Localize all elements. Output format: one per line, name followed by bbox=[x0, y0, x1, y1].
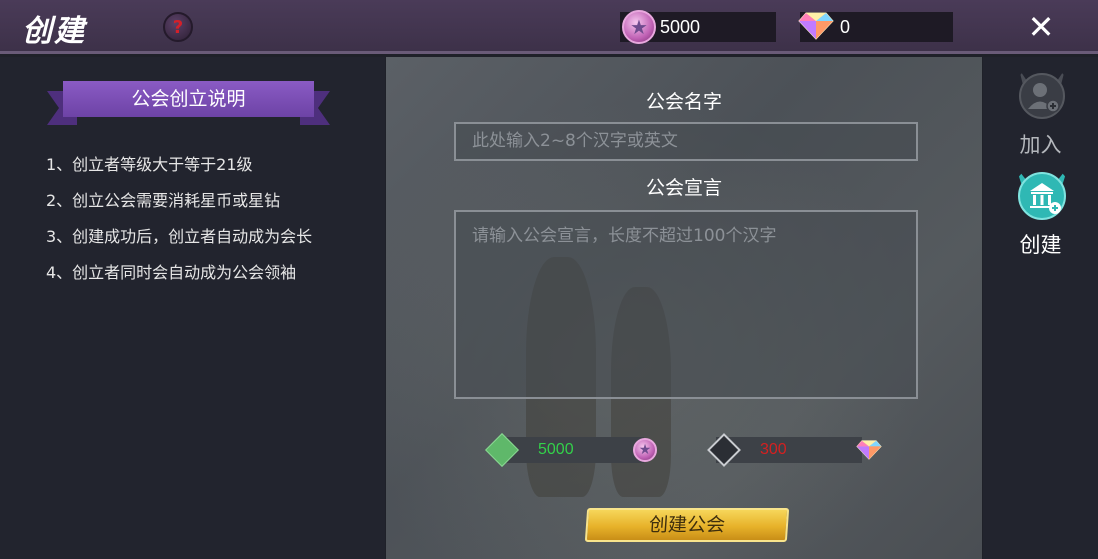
rule-item: 2、创立公会需要消耗星币或星钻 bbox=[46, 191, 281, 210]
create-guild-button[interactable]: 创建公会 bbox=[584, 508, 790, 542]
guild-declaration-label: 公会宣言 bbox=[645, 177, 722, 199]
person-add-icon bbox=[1019, 69, 1065, 119]
guild-name-input[interactable]: 此处输入2~8个汉字或英文 bbox=[454, 122, 918, 161]
rules-ribbon: 公会创立说明 bbox=[47, 81, 330, 127]
guild-name-label: 公会名字 bbox=[645, 91, 722, 113]
star-currency-value: 5000 bbox=[660, 17, 701, 37]
rule-item: 3、创建成功后，创立者自动成为会长 bbox=[46, 227, 313, 246]
tab-join-label: 加入 bbox=[1019, 133, 1062, 157]
tab-create-label: 创建 bbox=[1019, 233, 1062, 257]
rule-item: 4、创立者同时会自动成为公会领袖 bbox=[46, 263, 297, 282]
gem-currency-value: 0 bbox=[840, 17, 851, 37]
diamond-icon bbox=[798, 12, 834, 40]
rules-title: 公会创立说明 bbox=[63, 81, 314, 117]
star-coin-icon: ★ bbox=[622, 10, 656, 44]
guild-declaration-input[interactable]: 请输入公会宣言，长度不超过100个汉字 bbox=[454, 210, 918, 399]
rules-panel: 公会创立说明 1、创立者等级大于等于21级 2、创立公会需要消耗星币或星钻 3、… bbox=[0, 57, 385, 559]
help-icon[interactable]: ? bbox=[163, 12, 193, 42]
side-tabs: 加入 创建 bbox=[983, 57, 1098, 559]
guild-name-placeholder: 此处输入2~8个汉字或英文 bbox=[472, 131, 678, 151]
star-coin-icon: ★ bbox=[633, 438, 657, 462]
top-bar: 创建 ? 5000 ★ 0 ✕ bbox=[0, 0, 1098, 54]
star-cost-value: 5000 bbox=[538, 441, 574, 458]
rules-list: 1、创立者等级大于等于21级 2、创立公会需要消耗星币或星钻 3、创建成功后，创… bbox=[46, 151, 312, 295]
guild-hall-add-icon bbox=[1016, 167, 1068, 220]
diamond-icon bbox=[856, 440, 882, 460]
page-title: 创建 bbox=[22, 14, 86, 49]
rule-item: 1、创立者等级大于等于21级 bbox=[46, 155, 253, 174]
gem-cost-value: 300 bbox=[760, 441, 787, 458]
guild-declaration-placeholder: 请输入公会宣言，长度不超过100个汉字 bbox=[472, 226, 777, 246]
star-cost-bar: 5000 bbox=[498, 437, 644, 463]
create-guild-form: 公会名字 此处输入2~8个汉字或英文 公会宣言 请输入公会宣言，长度不超过100… bbox=[386, 57, 982, 559]
close-icon[interactable]: ✕ bbox=[1022, 8, 1060, 46]
